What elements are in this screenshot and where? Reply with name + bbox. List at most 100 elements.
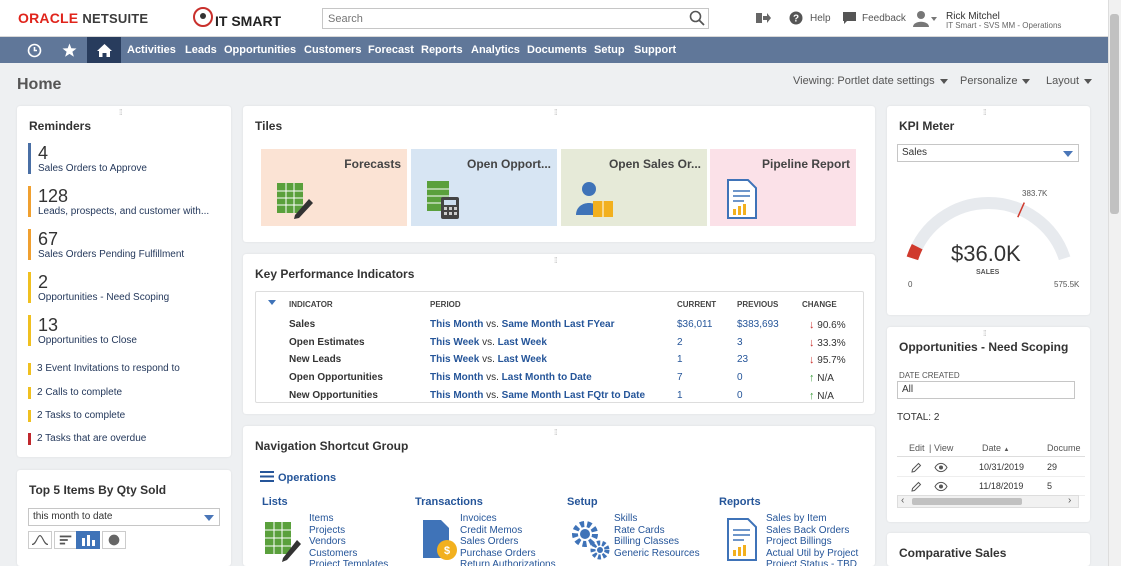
drag-handle-icon[interactable]: ⁞⁞ [983,108,987,117]
nav-item-documents[interactable]: Documents [527,37,587,63]
shortcut-link[interactable]: Project Status - TBD [766,559,857,566]
top5-period-select[interactable]: this month to date [28,508,220,526]
nav-item-support[interactable]: Support [634,37,676,63]
shortcut-link[interactable]: Purchase Orders [460,548,536,560]
kpi-meter-select[interactable]: Sales [897,144,1079,162]
oracle-netsuite-logo[interactable]: ORACLE NETSUITE [18,10,148,26]
kpi-period[interactable]: This Month vs. Same Month Last FQtr to D… [430,390,645,401]
row-doc[interactable]: 5 [1047,481,1052,491]
reminder-item[interactable]: 13 Opportunities to Close [28,315,218,346]
kpi-previous-value[interactable]: 0 [737,390,743,401]
kpi-period-current[interactable]: This Month [430,319,483,330]
kpi-period-compare[interactable]: Same Month Last FYear [502,319,615,330]
reminder-small-item[interactable]: 3 Event Invitations to respond to [28,363,180,375]
drag-handle-icon[interactable]: ⁞⁞ [983,329,987,338]
kpi-period[interactable]: This Month vs. Same Month Last FYear [430,319,614,330]
shortcut-link[interactable]: Sales Back Orders [766,525,849,537]
kpi-previous-value[interactable]: $383,693 [737,319,779,330]
reminder-label[interactable]: Opportunities to Close [38,335,218,346]
drag-handle-icon[interactable]: ⁞⁞ [554,256,558,265]
help-icon[interactable]: ? [789,11,803,25]
tile-forecasts[interactable]: Forecasts [261,149,407,226]
feedback-link[interactable]: Feedback [862,13,906,24]
kpi-current-value[interactable]: 1 [677,354,683,365]
shortcut-link[interactable]: Billing Classes [614,536,679,548]
nav-item-reports[interactable]: Reports [421,37,463,63]
tile-open-sales-orders[interactable]: Open Sales Or... [561,149,707,226]
shortcut-link[interactable]: Skills [614,513,637,525]
shortcut-link[interactable]: Items [309,513,333,525]
search-icon[interactable] [689,10,705,26]
reminder-item[interactable]: 2 Opportunities - Need Scoping [28,272,218,303]
recent-records-icon[interactable] [752,10,772,26]
home-button[interactable] [87,37,121,63]
drag-handle-icon[interactable]: ⁞⁞ [119,108,123,117]
horizontal-scrollbar-thumb[interactable] [912,498,1022,505]
kpi-period-compare[interactable]: Last Week [498,337,547,348]
view-eye-icon[interactable] [934,462,948,473]
help-link[interactable]: Help [810,13,831,24]
shortcut-link[interactable]: Invoices [460,513,497,525]
shortcut-link[interactable]: Sales by Item [766,513,827,525]
kpi-current-value[interactable]: 1 [677,390,683,401]
kpi-period-compare[interactable]: Same Month Last FQtr to Date [502,390,645,401]
kpi-period-current[interactable]: This Week [430,337,479,348]
reminder-small-item[interactable]: 2 Tasks that are overdue [28,433,146,445]
shortcut-link[interactable]: Actual Util by Project [766,548,858,560]
favorites-button[interactable] [52,37,86,63]
reminder-item[interactable]: 67 Sales Orders Pending Fulfillment [28,229,218,260]
column-chart-icon[interactable] [76,531,100,549]
shortcut-link[interactable]: Customers [309,548,357,560]
nav-item-activities[interactable]: Activities [127,37,176,63]
user-avatar-icon[interactable] [913,10,937,27]
shortcut-link[interactable]: Projects [309,525,345,537]
tile-pipeline-report[interactable]: Pipeline Report [710,149,856,226]
line-chart-icon[interactable] [28,531,52,549]
kpi-current-value[interactable]: $36,011 [677,319,712,330]
reminder-small-item[interactable]: 2 Calls to complete [28,387,122,399]
kpi-current-value[interactable]: 2 [677,337,683,348]
reminder-label[interactable]: Leads, prospects, and customer with... [38,206,218,217]
reminder-small-item[interactable]: 2 Tasks to complete [28,410,125,422]
nav-item-forecast[interactable]: Forecast [368,37,414,63]
shortcut-link[interactable]: Sales Orders [460,536,518,548]
kpi-period-current[interactable]: This Month [430,372,483,383]
kpi-previous-value[interactable]: 3 [737,337,743,348]
personalize-menu[interactable]: Personalize [960,75,1031,87]
drag-handle-icon[interactable]: ⁞⁞ [554,428,558,437]
page-scrollbar-thumb[interactable] [1110,14,1119,214]
feedback-icon[interactable] [842,11,857,25]
edit-pencil-icon[interactable] [911,481,922,492]
nav-item-setup[interactable]: Setup [594,37,625,63]
recent-history-button[interactable] [17,37,51,63]
portlet-date-settings-menu[interactable]: Viewing: Portlet date settings [793,75,948,87]
date-created-filter[interactable]: All [897,381,1075,399]
row-doc[interactable]: 29 [1047,462,1057,472]
view-eye-icon[interactable] [934,481,948,492]
user-role[interactable]: IT Smart - SVS MM - Operations [946,21,1061,30]
nav-item-opportunities[interactable]: Opportunities [224,37,296,63]
drag-handle-icon[interactable]: ⁞⁞ [554,108,558,117]
shortcut-group-name[interactable]: Operations [278,472,336,484]
reminder-item[interactable]: 4 Sales Orders to Approve [28,143,218,174]
kpi-period-current[interactable]: This Week [430,354,479,365]
kpi-period-compare[interactable]: Last Week [498,354,547,365]
horizontal-scrollbar[interactable]: ‹ › [897,495,1079,508]
shortcut-link[interactable]: Project Templates [309,559,388,566]
scroll-left-icon[interactable]: ‹ [901,495,904,506]
layout-menu[interactable]: Layout [1046,75,1093,87]
bar-list-icon[interactable] [54,531,78,549]
kpi-period-compare[interactable]: Last Month to Date [502,372,592,383]
edit-pencil-icon[interactable] [911,462,922,473]
reminder-label[interactable]: Sales Orders Pending Fulfillment [38,249,218,260]
kpi-previous-value[interactable]: 0 [737,372,743,383]
col-date-sort[interactable]: Date ▲ [982,443,1009,453]
kpi-period-current[interactable]: This Month [430,390,483,401]
kpi-period[interactable]: This Month vs. Last Month to Date [430,372,592,383]
kpi-period[interactable]: This Week vs. Last Week [430,337,547,348]
tile-open-opportunities[interactable]: Open Opport... [411,149,557,226]
nav-item-analytics[interactable]: Analytics [471,37,520,63]
reminder-label[interactable]: Opportunities - Need Scoping [38,292,218,303]
reminder-label[interactable]: Sales Orders to Approve [38,163,218,174]
global-search-input[interactable] [322,8,709,29]
